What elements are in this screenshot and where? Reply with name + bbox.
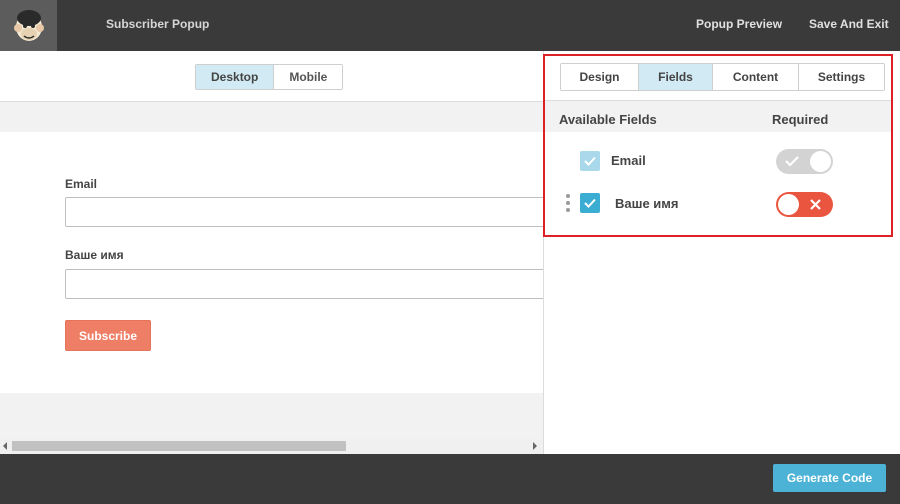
email-field[interactable] <box>65 197 545 227</box>
device-toggle: Desktop Mobile <box>195 64 344 90</box>
drag-handle-icon[interactable] <box>565 194 571 212</box>
email-field-checkbox[interactable] <box>580 151 600 171</box>
bottom-bar: Generate Code <box>0 454 900 504</box>
field-row-label-email: Email <box>611 153 646 168</box>
panel-empty-area <box>544 235 900 454</box>
top-bar: Subscriber Popup Popup Preview Save And … <box>0 0 900 51</box>
email-required-toggle[interactable] <box>776 149 833 174</box>
app-title: Subscriber Popup <box>106 17 210 31</box>
tab-fields[interactable]: Fields <box>639 64 713 90</box>
toggle-knob <box>778 194 799 215</box>
signup-form <box>0 132 543 393</box>
scrollbar-thumb[interactable] <box>12 441 346 451</box>
popup-preview-link[interactable]: Popup Preview <box>696 17 782 31</box>
name-field-label: Ваше имя <box>65 248 124 262</box>
name-field[interactable] <box>65 269 545 299</box>
logo-box[interactable] <box>0 0 57 51</box>
available-fields-header: Available Fields <box>559 112 657 127</box>
close-icon <box>810 199 821 210</box>
preview-band-bottom <box>0 393 543 439</box>
generate-code-button[interactable]: Generate Code <box>773 464 886 492</box>
email-field-label: Email <box>65 177 98 191</box>
required-header: Required <box>772 112 829 127</box>
fields-panel-highlight: Design Fields Content Settings Available… <box>543 54 893 237</box>
toggle-knob <box>810 151 831 172</box>
device-tab-desktop[interactable]: Desktop <box>196 65 275 89</box>
preview-area: Desktop Mobile Email Ваше имя Subscribe <box>0 51 545 454</box>
checkmark-icon <box>785 156 799 167</box>
name-field-checkbox[interactable] <box>580 193 600 213</box>
checkmark-icon <box>584 198 596 208</box>
name-required-toggle[interactable] <box>776 192 833 217</box>
panel-tabs: Design Fields Content Settings <box>560 63 885 91</box>
horizontal-scrollbar[interactable] <box>0 439 543 454</box>
field-row-label-name: Ваше имя <box>615 196 679 211</box>
fields-header: Available Fields Required <box>545 101 891 132</box>
save-and-exit-link[interactable]: Save And Exit <box>809 17 889 31</box>
scroll-left-arrow-icon[interactable] <box>3 442 7 450</box>
checkmark-icon <box>584 156 596 166</box>
tab-content[interactable]: Content <box>713 64 799 90</box>
device-tab-mobile[interactable]: Mobile <box>274 65 343 89</box>
tab-design[interactable]: Design <box>561 64 639 90</box>
subscribe-button[interactable]: Subscribe <box>65 320 151 351</box>
scroll-right-arrow-icon[interactable] <box>533 442 537 450</box>
mailchimp-logo-icon <box>14 10 44 41</box>
tab-settings[interactable]: Settings <box>799 64 884 90</box>
preview-band-top <box>0 102 543 132</box>
